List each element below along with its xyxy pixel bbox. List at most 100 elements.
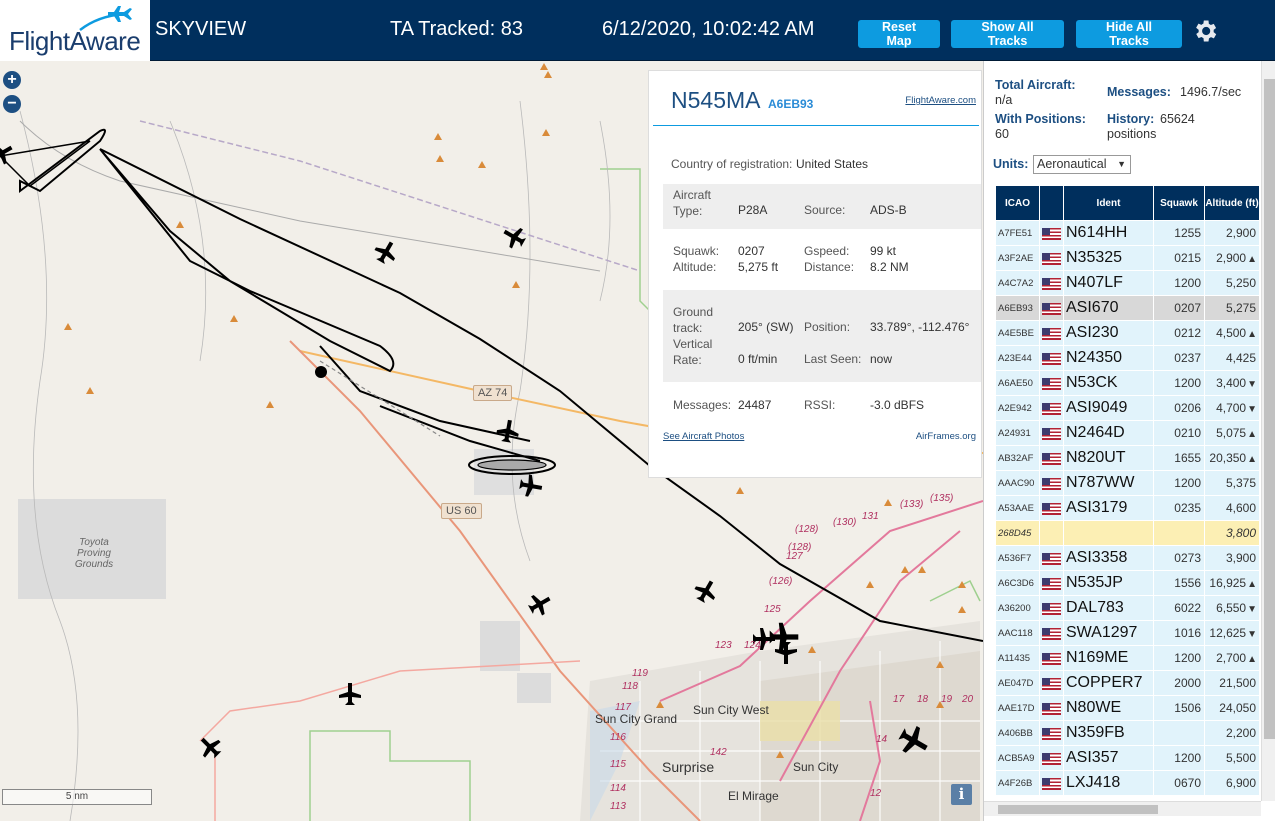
- squawk-cell: 1200: [1154, 471, 1204, 495]
- altitude-cell: 6,550▼: [1205, 596, 1259, 620]
- ident-cell: ASI3358: [1064, 546, 1153, 570]
- airframes-link[interactable]: AirFrames.org: [916, 431, 976, 442]
- table-row[interactable]: A2E942 ASI9049 0206 4,700▼: [996, 396, 1259, 420]
- messages-rate-label: Messages:: [1107, 85, 1171, 99]
- column-header-ident[interactable]: Ident: [1064, 186, 1153, 220]
- column-header-altitude[interactable]: Altitude (ft): [1205, 186, 1259, 220]
- units-select[interactable]: Aeronautical ▼: [1033, 155, 1131, 174]
- table-row[interactable]: A36200 DAL783 6022 6,550▼: [996, 596, 1259, 620]
- us-flag-icon: [1042, 252, 1061, 265]
- flightaware-logo[interactable]: FlightAware: [0, 0, 150, 61]
- table-row[interactable]: A4F26B LXJ418 0670 6,900: [996, 771, 1259, 795]
- squawk-cell: 0273: [1154, 546, 1204, 570]
- squawk-cell: 1255: [1154, 221, 1204, 245]
- us-flag-icon: [1042, 727, 1061, 740]
- horizontal-scrollbar[interactable]: [984, 801, 1261, 816]
- table-row[interactable]: A7FE51 N614HH 1255 2,900: [996, 221, 1259, 245]
- hide-all-tracks-button[interactable]: Hide All Tracks: [1076, 20, 1182, 48]
- ground-track-label: Ground track:: [673, 305, 714, 335]
- table-row[interactable]: A3F2AE N35325 0215 2,900▲: [996, 246, 1259, 270]
- flag-cell: [1040, 471, 1063, 495]
- toyota-proving-grounds-label: Toyota Proving Grounds: [74, 537, 114, 570]
- flag-cell: [1040, 271, 1063, 295]
- table-row[interactable]: A536F7 ASI3358 0273 3,900: [996, 546, 1259, 570]
- last-seen-value: now: [870, 352, 893, 366]
- rssi-label: RSSI:: [804, 398, 836, 412]
- route-marker: 116: [610, 732, 626, 743]
- icao-cell: AB32AF: [996, 446, 1039, 470]
- country-label: Country of registration:: [671, 157, 793, 171]
- table-row[interactable]: 268D45 3,800: [996, 521, 1259, 545]
- aircraft-type-label: Aircraft Type:: [673, 188, 712, 218]
- table-row[interactable]: AB32AF N820UT 1655 20,350▲: [996, 446, 1259, 470]
- zoom-out-button[interactable]: −: [3, 95, 21, 113]
- altitude-trend-icon: ▲: [1247, 654, 1257, 665]
- ground-track-value: 205° (SW): [738, 320, 794, 334]
- squawk-cell: 0210: [1154, 421, 1204, 445]
- table-row[interactable]: A4C7A2 N407LF 1200 5,250: [996, 271, 1259, 295]
- route-marker: 113: [610, 801, 626, 812]
- table-row[interactable]: AE047D COPPER7 2000 21,500: [996, 671, 1259, 695]
- aircraft-sidebar: Total Aircraft: n/a Messages: 1496.7/sec…: [983, 61, 1275, 821]
- altitude-cell: 5,250: [1205, 271, 1259, 295]
- us-flag-icon: [1042, 302, 1061, 315]
- table-row[interactable]: A4E5BE ASI230 0212 4,500▲: [996, 321, 1259, 345]
- gear-icon[interactable]: [1191, 17, 1219, 45]
- info-icon[interactable]: i: [951, 784, 972, 805]
- icao-cell: A6C3D6: [996, 571, 1039, 595]
- scrollbar-thumb[interactable]: [1264, 79, 1275, 739]
- flag-cell: [1040, 321, 1063, 345]
- history-value: 65624 positions: [1107, 112, 1195, 141]
- clock: 6/12/2020, 10:02:42 AM: [602, 18, 815, 40]
- tracked-count: TA Tracked: 83: [390, 18, 524, 40]
- route-marker: 123: [715, 640, 732, 651]
- ident-cell: N407LF: [1064, 271, 1153, 295]
- table-row[interactable]: AAAC90 N787WW 1200 5,375: [996, 471, 1259, 495]
- icao-cell: AAE17D: [996, 696, 1039, 720]
- altitude-value: 21,500: [1219, 676, 1256, 690]
- zoom-in-button[interactable]: +: [3, 71, 21, 89]
- altitude-value: 6,550: [1216, 601, 1247, 615]
- flag-cell: [1040, 746, 1063, 770]
- us-flag-icon: [1042, 477, 1061, 490]
- table-row[interactable]: AAE17D N80WE 1506 24,050: [996, 696, 1259, 720]
- altitude-cell: 4,700▼: [1205, 396, 1259, 420]
- squawk-cell: 0212: [1154, 321, 1204, 345]
- messages-value: 24487: [738, 398, 772, 412]
- gspeed-label: Gspeed:: [804, 244, 850, 258]
- vertical-scrollbar[interactable]: [1261, 61, 1275, 801]
- us-flag-icon: [1042, 377, 1061, 390]
- column-header-flag[interactable]: [1040, 186, 1063, 220]
- table-row[interactable]: A24931 N2464D 0210 5,075▲: [996, 421, 1259, 445]
- altitude-value: 2,200: [1225, 726, 1256, 740]
- column-header-squawk[interactable]: Squawk: [1154, 186, 1204, 220]
- altitude-value: 4,700: [1216, 401, 1247, 415]
- altitude-value: 20,350: [1209, 451, 1247, 465]
- gspeed-value: 99 kt: [870, 244, 897, 258]
- position-value: 33.789°, -112.476°: [870, 320, 970, 334]
- flightaware-link[interactable]: FlightAware.com: [905, 95, 976, 106]
- table-row[interactable]: AAC118 SWA1297 1016 12,625▼: [996, 621, 1259, 645]
- table-row[interactable]: A6AE50 N53CK 1200 3,400▼: [996, 371, 1259, 395]
- table-row[interactable]: A53AAE ASI3179 0235 4,600: [996, 496, 1259, 520]
- map-canvas[interactable]: + − AZ 74 US 60 Toyota Proving Grounds S…: [0, 61, 983, 821]
- aircraft-photos-link[interactable]: See Aircraft Photos: [663, 431, 744, 442]
- flag-cell: [1040, 721, 1063, 745]
- sun-city-grand-label: Sun City Grand: [595, 712, 678, 726]
- table-row[interactable]: A6EB93 ASI670 0207 5,275: [996, 296, 1259, 320]
- us-flag-icon: [1042, 552, 1061, 565]
- scrollbar-thumb[interactable]: [998, 805, 1158, 814]
- table-row[interactable]: A11435 N169ME 1200 2,700▲: [996, 646, 1259, 670]
- altitude-value: 16,925: [1209, 576, 1247, 590]
- flag-cell: [1040, 296, 1063, 320]
- table-row[interactable]: A406BB N359FB 2,200: [996, 721, 1259, 745]
- aircraft-table-container[interactable]: ICAO Ident Squawk Altitude (ft) A7FE51 N6…: [995, 185, 1260, 795]
- altitude-cell: 2,200: [1205, 721, 1259, 745]
- show-all-tracks-button[interactable]: Show All Tracks: [951, 20, 1064, 48]
- column-header-icao[interactable]: ICAO: [996, 186, 1039, 220]
- table-row[interactable]: A6C3D6 N535JP 1556 16,925▲: [996, 571, 1259, 595]
- table-row[interactable]: ACB5A9 ASI357 1200 5,500: [996, 746, 1259, 770]
- table-row[interactable]: A23E44 N24350 0237 4,425: [996, 346, 1259, 370]
- altitude-value: 3,400: [1216, 376, 1247, 390]
- reset-map-button[interactable]: Reset Map: [858, 20, 940, 48]
